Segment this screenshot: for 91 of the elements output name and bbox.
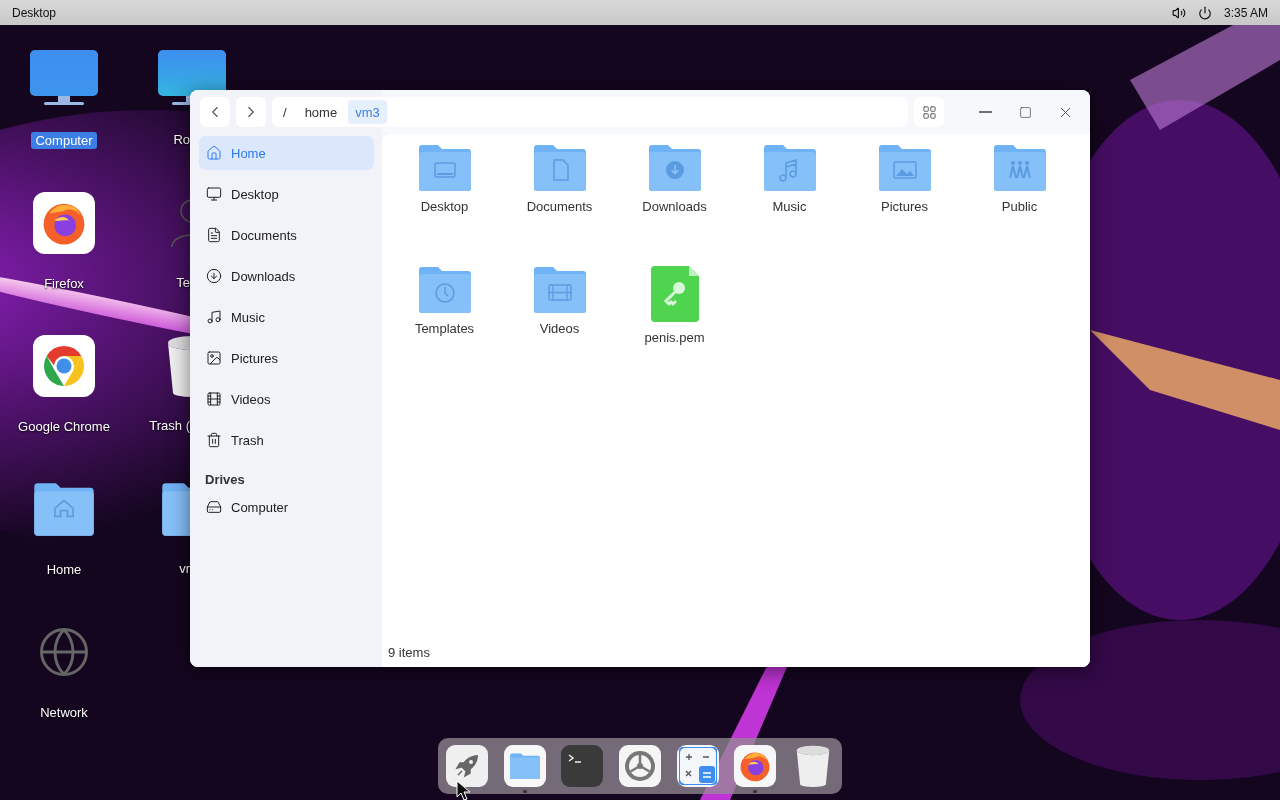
pictures-folder-icon <box>876 144 933 192</box>
file-name: Downloads <box>642 199 707 215</box>
sidebar-item-label: Music <box>231 309 265 325</box>
desktop-folder-icon <box>416 144 473 192</box>
sidebar-heading: Drives <box>205 472 246 487</box>
pictures-icon <box>206 350 222 366</box>
trash-icon <box>206 432 222 448</box>
sidebar-item[interactable]: Pictures <box>199 341 374 375</box>
calculator-icon <box>678 747 717 785</box>
file-item[interactable]: Desktop <box>387 144 502 266</box>
music-icon <box>206 309 222 325</box>
files-button[interactable] <box>503 745 546 787</box>
calculator-button[interactable] <box>676 745 719 787</box>
sidebar-item[interactable]: Music <box>199 300 374 334</box>
home-folder-icon <box>32 482 96 536</box>
videos-icon <box>206 391 222 407</box>
sidebar-item-label: Documents <box>231 227 297 243</box>
sidebar-item-label: Videos <box>231 391 271 407</box>
file-name: Desktop <box>420 199 469 215</box>
documents-folder-icon <box>531 144 588 192</box>
firefox-button[interactable] <box>734 745 777 787</box>
file-item[interactable]: Public <box>962 144 1077 266</box>
launcher-button[interactable] <box>446 745 488 787</box>
file-name: Music <box>772 199 807 215</box>
desktop-icon-label[interactable]: Firefox <box>40 275 88 292</box>
desktop-icon-label[interactable]: Google Chrome <box>14 418 114 435</box>
key-file-icon <box>650 266 699 322</box>
home-icon <box>206 145 222 161</box>
file-item[interactable]: Pictures <box>847 144 962 266</box>
file-item[interactable]: Music <box>732 144 847 266</box>
public-folder-icon <box>991 144 1048 192</box>
power-icon[interactable] <box>1197 5 1212 20</box>
downloads-icon <box>206 268 222 284</box>
minimize-icon <box>978 111 992 113</box>
sidebar-item-label: Pictures <box>231 350 278 366</box>
sidebar-item[interactable]: Desktop <box>199 177 374 211</box>
sidebar-item-label: Home <box>231 145 266 161</box>
sidebar-item[interactable]: Computer <box>199 490 374 524</box>
desktop-icon-label[interactable]: Te <box>128 275 190 290</box>
file-item[interactable]: penis.pem <box>617 266 732 388</box>
file-name: Templates <box>414 321 475 337</box>
file-name: Pictures <box>881 199 928 215</box>
terminal-prompt-icon <box>568 753 583 763</box>
desktop-icon-label[interactable]: Trash ( <box>128 418 190 433</box>
desktop-icon-label[interactable]: Computer <box>31 132 97 149</box>
desktop-icon-label[interactable]: Ro <box>128 132 190 147</box>
settings-button[interactable] <box>618 745 661 787</box>
file-name: penis.pem <box>644 330 705 345</box>
status-text: 9 items <box>387 645 431 662</box>
breadcrumb-item[interactable]: / <box>276 100 294 124</box>
clock: 3:35 AM <box>1223 5 1268 20</box>
maximize-icon <box>1018 105 1032 119</box>
file-name: Documents <box>526 199 593 215</box>
grid-view-button[interactable] <box>914 97 944 127</box>
downloads-folder-icon <box>646 144 703 192</box>
videos-folder-icon <box>531 266 588 314</box>
file-item[interactable]: Templates <box>387 266 502 388</box>
sidebar-item[interactable]: Downloads <box>199 259 374 293</box>
sidebar-item-label: Desktop <box>231 186 279 202</box>
settings-icon <box>622 749 657 783</box>
desktop-icon-label[interactable]: Home <box>42 561 86 578</box>
terminal-button[interactable] <box>561 745 604 787</box>
forward-button[interactable] <box>236 97 266 127</box>
sidebar-item[interactable]: Videos <box>199 382 374 416</box>
globe-icon <box>37 625 91 679</box>
back-button[interactable] <box>200 97 230 127</box>
templates-folder-icon <box>416 266 473 314</box>
grid-icon <box>921 104 937 120</box>
sidebar-item[interactable]: Trash <box>199 423 374 457</box>
sidebar-item-label: Downloads <box>231 268 296 284</box>
breadcrumb-item[interactable]: home <box>297 100 345 124</box>
music-folder-icon <box>761 144 818 192</box>
desktop-icon-label[interactable]: vr <box>128 561 190 576</box>
file-item[interactable]: Documents <box>502 144 617 266</box>
desktop-icon <box>206 186 222 202</box>
sidebar-item[interactable]: Documents <box>199 218 374 252</box>
drive-icon <box>206 499 222 515</box>
sidebar-item-label: Trash <box>231 432 264 448</box>
folder-icon <box>508 752 541 780</box>
documents-icon <box>206 227 222 243</box>
volume-icon[interactable] <box>1171 5 1186 20</box>
mouse-pointer <box>456 780 472 800</box>
top-bar-title: Desktop <box>12 5 58 20</box>
file-name: Public <box>1001 199 1038 215</box>
trash-bin-icon <box>794 745 831 787</box>
rocket-icon <box>454 753 480 779</box>
file-item[interactable]: Downloads <box>617 144 732 266</box>
file-name: Videos <box>539 321 580 337</box>
file-item[interactable]: Videos <box>502 266 617 388</box>
sidebar-item-label: Computer <box>231 499 289 515</box>
desktop-icon-label[interactable]: Network <box>36 704 92 721</box>
